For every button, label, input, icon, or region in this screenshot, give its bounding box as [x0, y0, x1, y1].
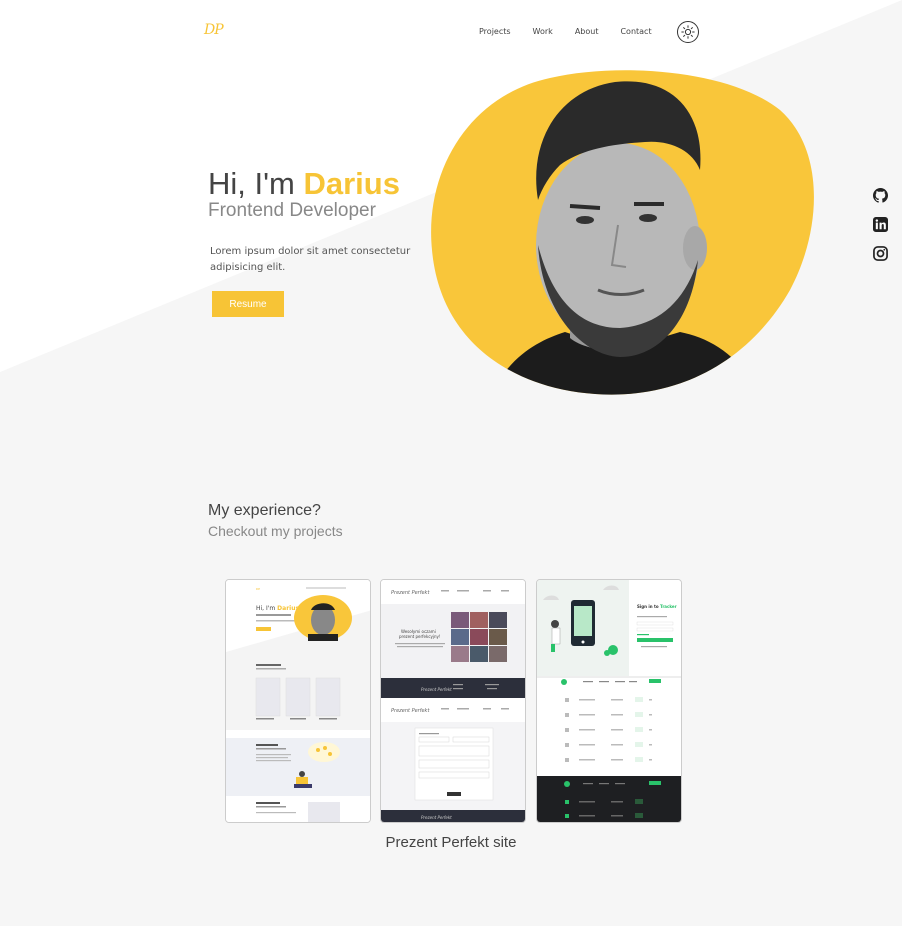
resume-button[interactable]: Resume — [212, 291, 284, 317]
project-thumbnail-prezent-perfekt: Prezent Perfekt Wesołymi oczami prezent … — [381, 580, 525, 822]
svg-text:Prezent Perfekt: Prezent Perfekt — [391, 708, 430, 714]
project-card-prezent-perfekt[interactable]: Prezent Perfekt Wesołymi oczami prezent … — [380, 579, 526, 823]
nav-link-projects[interactable]: Projects — [479, 27, 511, 36]
hero-name: Darius — [303, 166, 400, 201]
svg-text:Hi, I'm Darius: Hi, I'm Darius — [256, 605, 299, 612]
project-card-portfolio[interactable]: DP Hi, I'm Darius — [225, 579, 371, 823]
svg-text:Prezent Perfekt: Prezent Perfekt — [421, 815, 452, 820]
greeting-text: Hi, I'm — [208, 166, 304, 201]
hero-description: Lorem ipsum dolor sit amet consectetur a… — [210, 246, 411, 273]
svg-text:Prezent Perfekt: Prezent Perfekt — [391, 590, 430, 596]
linkedin-icon[interactable] — [872, 215, 888, 233]
experience-subtitle: Checkout my projects — [208, 523, 343, 539]
nav-link-about[interactable]: About — [575, 27, 599, 36]
experience-title: My experience? — [208, 502, 321, 519]
instagram-icon[interactable] — [872, 244, 888, 262]
svg-text:prezent perfekcyjny!: prezent perfekcyjny! — [399, 634, 441, 639]
nav-link-work[interactable]: Work — [533, 27, 553, 36]
logo[interactable]: DP — [204, 22, 224, 38]
nav-links: Projects Work About Contact — [479, 27, 674, 36]
project-thumbnail-portfolio: DP Hi, I'm Darius — [226, 580, 370, 822]
hero-heading: Hi, I'm Darius Frontend Developer — [208, 165, 400, 222]
nav-link-contact[interactable]: Contact — [620, 27, 651, 36]
hero-portrait — [431, 70, 814, 395]
theme-toggle-button[interactable] — [677, 21, 699, 43]
hero-role: Frontend Developer — [208, 200, 376, 221]
github-icon[interactable] — [872, 186, 888, 204]
project-caption: Prezent Perfekt site — [385, 834, 517, 851]
svg-text:Sign in to Tracker: Sign in to Tracker — [637, 604, 677, 609]
navbar: DP Projects Work About Contact — [0, 18, 902, 48]
svg-text:DP: DP — [256, 587, 260, 591]
sun-icon — [681, 25, 695, 39]
hero-greeting: Hi, I'm Darius — [208, 165, 400, 203]
social-links — [872, 186, 888, 262]
project-thumbnail-tracker: Sign in to Tracker — [537, 580, 681, 822]
project-card-tracker[interactable]: Sign in to Tracker — [536, 579, 682, 823]
svg-text:Prezent Perfekt: Prezent Perfekt — [421, 687, 452, 692]
